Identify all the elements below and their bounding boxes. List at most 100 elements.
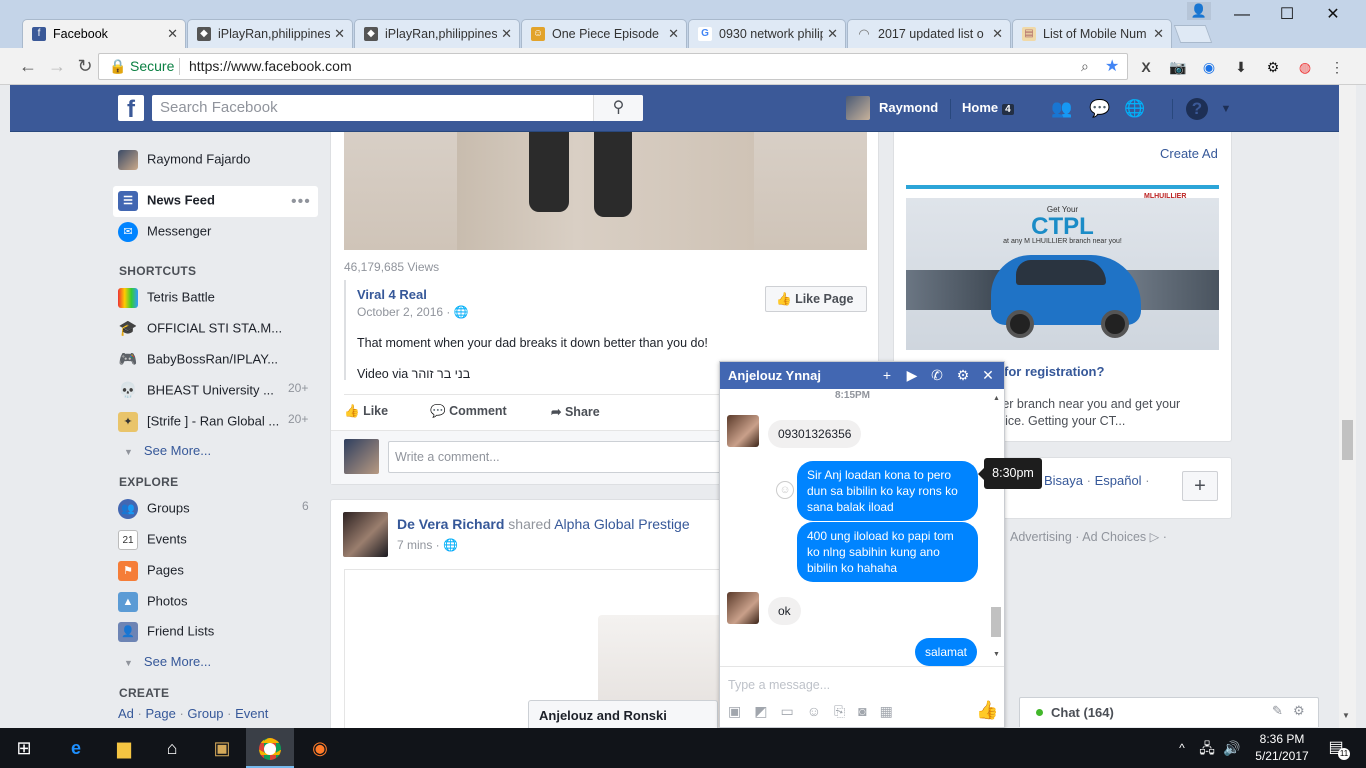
- attachment-icon[interactable]: ⎘: [834, 703, 858, 719]
- share-button[interactable]: ➦ Share: [551, 404, 600, 419]
- extension-x-icon[interactable]: X: [1136, 57, 1156, 77]
- search-icon[interactable]: ⚲: [593, 95, 643, 121]
- create-ad-link[interactable]: Create Ad: [1160, 146, 1218, 161]
- like-button[interactable]: 👍 Like: [344, 404, 388, 419]
- page-scrollbar-thumb[interactable]: [1342, 420, 1353, 460]
- back-icon[interactable]: ←: [16, 54, 40, 78]
- sublime-icon[interactable]: ▣: [198, 728, 246, 768]
- zoom-icon[interactable]: ⌕: [1081, 54, 1089, 79]
- more-options-icon[interactable]: •••: [291, 193, 311, 211]
- action-center-icon[interactable]: ▤ 11: [1316, 728, 1356, 768]
- blue-extension-icon[interactable]: ◉: [1199, 57, 1219, 77]
- page-name-link[interactable]: Viral 4 Real: [357, 287, 427, 302]
- new-tab-button[interactable]: [1173, 25, 1213, 43]
- thumbs-up-send-icon[interactable]: 👍: [976, 700, 998, 721]
- notifications-globe-icon[interactable]: 🌐: [1123, 97, 1147, 121]
- scroll-down-icon[interactable]: ▼: [1342, 711, 1350, 720]
- like-page-button[interactable]: 👍 Like Page: [765, 286, 867, 312]
- create-event-link[interactable]: Event: [235, 706, 268, 721]
- sticker-icon[interactable]: ◩: [754, 703, 780, 719]
- camera-extension-icon[interactable]: 📷: [1168, 57, 1188, 77]
- profile-icon[interactable]: 👤: [1187, 2, 1211, 20]
- explore-item-pages[interactable]: ⚑ Pages: [118, 561, 184, 581]
- network-icon[interactable]: 🖧: [1195, 728, 1219, 768]
- left-nav-profile[interactable]: Raymond Fajardo: [118, 150, 250, 170]
- tab-2017-list[interactable]: ◠ 2017 updated list o ✕: [847, 19, 1011, 48]
- home-link[interactable]: Home 4: [962, 100, 1014, 115]
- language-bisaya[interactable]: Bisaya: [1044, 473, 1083, 488]
- left-nav-news-feed[interactable]: ☰ News Feed: [118, 191, 215, 211]
- tray-chevron-icon[interactable]: ^: [1170, 728, 1194, 768]
- tab-iplayran-1[interactable]: ◆ iPlayRan,philippines ✕: [187, 19, 353, 48]
- chat-sidebar-bar[interactable]: Chat (164) ✎ ⚙: [1019, 697, 1319, 727]
- user-avatar[interactable]: [846, 96, 870, 120]
- page-scrollbar[interactable]: ▼: [1339, 85, 1356, 728]
- add-language-button[interactable]: +: [1182, 471, 1218, 501]
- author-link[interactable]: De Vera Richard: [397, 516, 504, 532]
- gif-icon[interactable]: ▭: [780, 703, 806, 719]
- language-espanol[interactable]: Español: [1095, 473, 1142, 488]
- close-tab-icon[interactable]: ✕: [334, 20, 345, 48]
- left-nav-messenger[interactable]: ✉ Messenger: [118, 222, 211, 242]
- account-dropdown-icon[interactable]: ▼: [1214, 97, 1238, 121]
- close-tab-icon[interactable]: ✕: [1153, 20, 1164, 48]
- gear-extension-icon[interactable]: ⚙: [1263, 57, 1283, 77]
- firefox-icon[interactable]: ◉: [296, 728, 344, 768]
- scroll-down-icon[interactable]: ▼: [993, 651, 1000, 658]
- message-input[interactable]: Type a message...: [728, 678, 830, 692]
- comment-button[interactable]: 💬 Comment: [430, 404, 507, 419]
- edge-icon[interactable]: e: [52, 728, 100, 768]
- shortcut-item[interactable]: 💀 BHEAST University ... 20+: [118, 381, 309, 401]
- clock[interactable]: 8:36 PM 5/21/2017: [1254, 731, 1310, 765]
- chat-settings-icon[interactable]: ⚙: [1293, 703, 1305, 719]
- chrome-menu-icon[interactable]: ⋮: [1327, 57, 1347, 77]
- reload-icon[interactable]: ↻: [73, 54, 97, 78]
- ad-choices-link[interactable]: Advertising · Ad Choices: [1010, 530, 1146, 544]
- ad-image[interactable]: MLHUILLIER Get Your CTPL at any M LHUILL…: [906, 185, 1219, 350]
- volume-icon[interactable]: 🔊: [1220, 728, 1244, 768]
- tab-facebook[interactable]: f Facebook ✕: [22, 19, 186, 49]
- windows-start-icon[interactable]: ⊞: [0, 728, 48, 768]
- bookmark-star-icon[interactable]: ★: [1105, 54, 1119, 79]
- shortcut-item[interactable]: 🎓 OFFICIAL STI STA.M...: [118, 319, 282, 339]
- forward-icon[interactable]: →: [45, 54, 69, 78]
- download-extension-icon[interactable]: ⬇: [1231, 57, 1251, 77]
- emoji-reaction-icon[interactable]: ☺: [776, 481, 794, 499]
- store-icon[interactable]: ⌂: [148, 728, 196, 768]
- create-group-link[interactable]: Group: [187, 706, 223, 721]
- shortcut-item[interactable]: Tetris Battle: [118, 288, 215, 308]
- shortcut-item[interactable]: 🎮 BabyBossRan/IPLAY...: [118, 350, 278, 370]
- help-icon[interactable]: ?: [1186, 98, 1208, 120]
- search-input[interactable]: Search Facebook: [152, 95, 643, 121]
- explore-item-photos[interactable]: ▲ Photos: [118, 592, 187, 612]
- close-tab-icon[interactable]: ✕: [167, 20, 178, 48]
- close-tab-icon[interactable]: ✕: [992, 20, 1003, 48]
- shared-page-link[interactable]: Alpha Global Prestige: [554, 516, 689, 532]
- see-more-shortcuts[interactable]: ▼ See More...: [124, 443, 211, 458]
- create-page-link[interactable]: Page: [145, 706, 175, 721]
- profile-link[interactable]: Raymond: [879, 100, 938, 115]
- add-people-icon[interactable]: +: [877, 362, 897, 389]
- ad-title[interactable]: for registration?: [1004, 364, 1104, 379]
- close-icon[interactable]: ✕: [978, 362, 998, 389]
- tab-google-search[interactable]: G 0930 network philip ✕: [688, 19, 846, 48]
- create-ad-link[interactable]: Ad: [118, 706, 134, 721]
- friend-requests-icon[interactable]: 👥: [1050, 97, 1074, 121]
- maximize-icon[interactable]: ☐: [1264, 0, 1310, 30]
- minimized-chat-tab[interactable]: Anjelouz and Ronski: [528, 700, 718, 728]
- close-tab-icon[interactable]: ✕: [827, 20, 838, 48]
- photo-icon[interactable]: ▣: [728, 703, 754, 719]
- chat-contact-name[interactable]: Anjelouz Ynnaj: [728, 368, 821, 383]
- chat-scrollbar-thumb[interactable]: [991, 607, 1001, 637]
- video-player[interactable]: [344, 132, 867, 250]
- close-window-icon[interactable]: ✕: [1310, 0, 1356, 30]
- tab-mobile-numbers[interactable]: ▤ List of Mobile Num ✕: [1012, 19, 1172, 48]
- see-more-explore[interactable]: ▼ See More...: [124, 654, 211, 669]
- opera-extension-icon[interactable]: ◍: [1295, 57, 1315, 77]
- compose-icon[interactable]: ✎: [1272, 703, 1283, 719]
- file-explorer-icon[interactable]: ▆: [100, 728, 148, 768]
- tab-iplayran-2[interactable]: ◆ iPlayRan,philippines ✕: [354, 19, 520, 48]
- facebook-logo-icon[interactable]: f: [118, 95, 144, 121]
- address-bar[interactable]: 🔒 Secure https://www.facebook.com ⌕ ★: [98, 53, 1128, 80]
- scroll-up-icon[interactable]: ▲: [993, 395, 1000, 402]
